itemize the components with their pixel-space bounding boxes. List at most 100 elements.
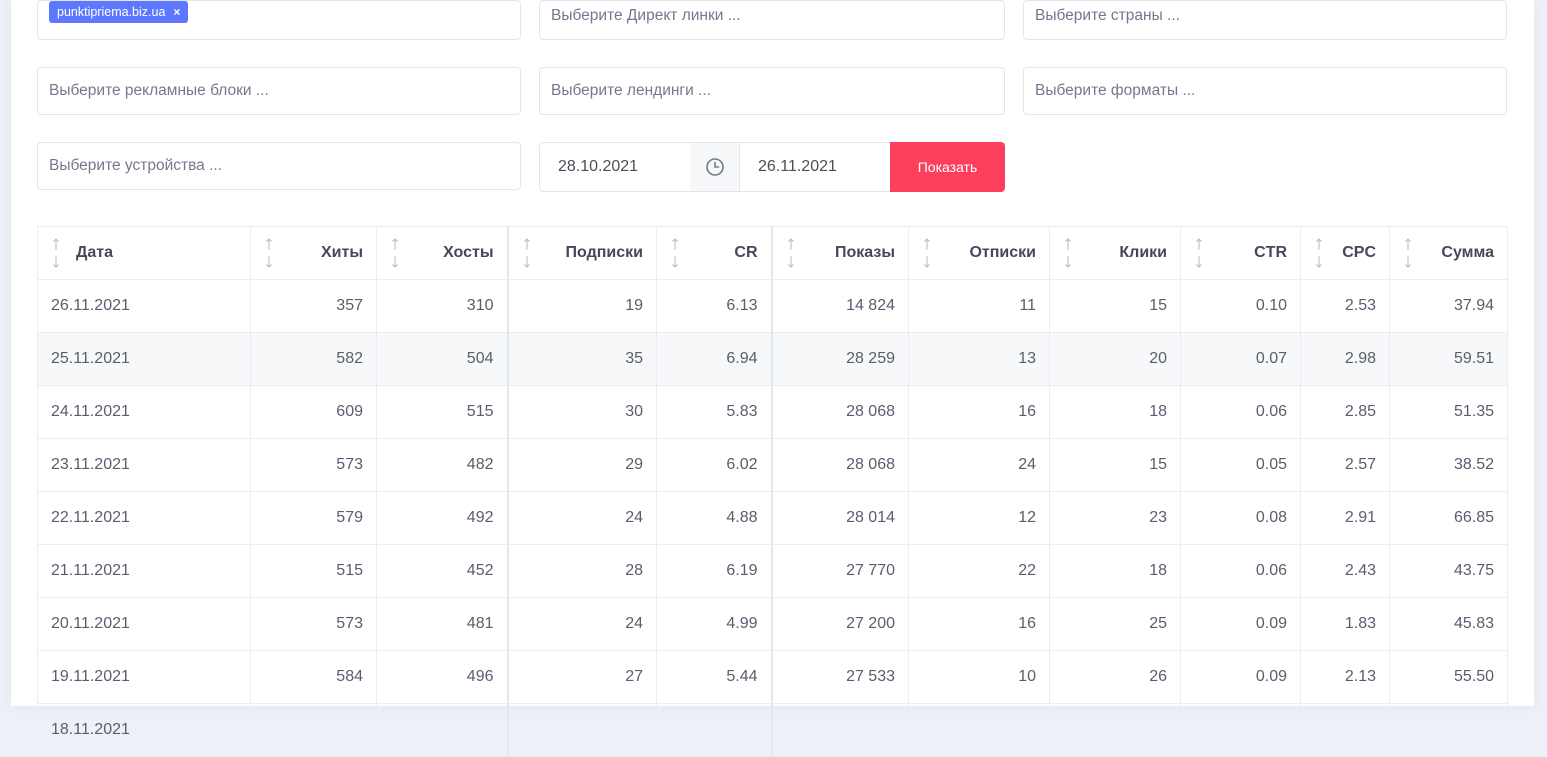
column-header-label: CTR bbox=[1254, 244, 1287, 261]
column-header[interactable]: Хосты bbox=[376, 226, 509, 280]
formats-placeholder: Выберите форматы ... bbox=[1035, 82, 1196, 99]
column-header-label: Отписки bbox=[969, 244, 1036, 261]
table-row: 18.11.2021 bbox=[37, 703, 1508, 757]
table-cell: 11 bbox=[908, 279, 1050, 333]
table-cell: 0.09 bbox=[1180, 650, 1301, 704]
table-cell: 5.44 bbox=[656, 650, 773, 704]
table-cell bbox=[771, 703, 909, 757]
table-cell: 452 bbox=[376, 544, 509, 598]
table-cell: 6.13 bbox=[656, 279, 773, 333]
table-cell: 573 bbox=[250, 597, 377, 651]
table-row: 25.11.2021 582 504 35 6.94 28 259 13 20 0.07 2.98… bbox=[37, 332, 1508, 386]
sort-arrows-icon[interactable] bbox=[922, 237, 932, 269]
table-cell: 2.91 bbox=[1300, 491, 1390, 545]
clock-icon bbox=[706, 158, 724, 176]
sort-arrows-icon[interactable] bbox=[51, 237, 61, 269]
ad-blocks-select[interactable]: Выберите рекламные блоки ... bbox=[37, 67, 521, 115]
column-header[interactable]: CR bbox=[656, 226, 773, 280]
table-cell: 55.50 bbox=[1389, 650, 1508, 704]
table-cell: 19.11.2021 bbox=[37, 650, 251, 704]
table-cell bbox=[908, 703, 1050, 757]
column-header[interactable]: Отписки bbox=[908, 226, 1050, 280]
sort-arrows-icon[interactable] bbox=[522, 237, 532, 269]
countries-placeholder: Выберите страны ... bbox=[1035, 7, 1180, 24]
column-header[interactable]: Дата bbox=[37, 226, 251, 280]
column-header-label: Показы bbox=[835, 244, 895, 261]
date-to-input[interactable]: 26.11.2021 bbox=[739, 142, 891, 192]
table-cell bbox=[250, 703, 377, 757]
table-cell: 481 bbox=[376, 597, 509, 651]
table-cell: 22.11.2021 bbox=[37, 491, 251, 545]
table-header-row: Дата Хиты Хосты Подписки CR Показы Отписки Клик… bbox=[37, 226, 1508, 280]
table-cell: 24.11.2021 bbox=[37, 385, 251, 439]
landing-domain-select[interactable]: punktipriema.biz.ua × bbox=[37, 0, 521, 40]
table-cell bbox=[656, 703, 773, 757]
table-cell: 492 bbox=[376, 491, 509, 545]
table-cell: 30 bbox=[507, 385, 657, 439]
sort-arrows-icon[interactable] bbox=[1194, 237, 1204, 269]
table-cell: 35 bbox=[507, 332, 657, 386]
table-cell: 28 bbox=[507, 544, 657, 598]
table-cell: 26.11.2021 bbox=[37, 279, 251, 333]
table-cell: 27 770 bbox=[771, 544, 909, 598]
show-button[interactable]: Показать bbox=[890, 142, 1005, 192]
sort-arrows-icon[interactable] bbox=[1314, 237, 1324, 269]
sort-arrows-icon[interactable] bbox=[670, 237, 680, 269]
column-header[interactable]: Клики bbox=[1049, 226, 1181, 280]
column-header[interactable]: CPC bbox=[1300, 226, 1390, 280]
table-cell: 10 bbox=[908, 650, 1050, 704]
selected-tag-label: punktipriema.biz.ua bbox=[57, 4, 166, 19]
formats-select[interactable]: Выберите форматы ... bbox=[1023, 67, 1507, 115]
table-body: 26.11.2021 357 310 19 6.13 14 824 11 15 0.10 2.53… bbox=[37, 279, 1508, 757]
column-header[interactable]: Показы bbox=[771, 226, 909, 280]
countries-select[interactable]: Выберите страны ... bbox=[1023, 0, 1507, 40]
table-cell: 37.94 bbox=[1389, 279, 1508, 333]
table-cell: 357 bbox=[250, 279, 377, 333]
table-cell: 6.19 bbox=[656, 544, 773, 598]
date-from-input[interactable]: 28.10.2021 bbox=[539, 142, 691, 192]
column-header-label: CR bbox=[734, 244, 758, 261]
landings-select[interactable]: Выберите лендинги ... bbox=[539, 67, 1005, 115]
table-cell: 12 bbox=[908, 491, 1050, 545]
sort-arrows-icon[interactable] bbox=[390, 237, 400, 269]
table-cell: 4.88 bbox=[656, 491, 773, 545]
devices-select[interactable]: Выберите устройства ... bbox=[37, 142, 521, 190]
sort-arrows-icon[interactable] bbox=[264, 237, 274, 269]
table-cell: 27 bbox=[507, 650, 657, 704]
table-cell: 66.85 bbox=[1389, 491, 1508, 545]
date-range-separator bbox=[690, 142, 740, 192]
table-cell: 4.99 bbox=[656, 597, 773, 651]
table-cell: 515 bbox=[250, 544, 377, 598]
column-header[interactable]: Подписки bbox=[507, 226, 657, 280]
table-cell: 2.57 bbox=[1300, 438, 1390, 492]
column-header-label: Клики bbox=[1119, 244, 1167, 261]
sort-arrows-icon[interactable] bbox=[786, 237, 796, 269]
table-cell: 496 bbox=[376, 650, 509, 704]
table-row: 24.11.2021 609 515 30 5.83 28 068 16 18 0.06 2.85… bbox=[37, 385, 1508, 439]
table-cell: 27 533 bbox=[771, 650, 909, 704]
stats-table: Дата Хиты Хосты Подписки CR Показы Отписки Клик… bbox=[37, 226, 1508, 757]
table-cell: 24 bbox=[507, 597, 657, 651]
column-header[interactable]: Сумма bbox=[1389, 226, 1508, 280]
table-cell: 2.13 bbox=[1300, 650, 1390, 704]
table-cell: 573 bbox=[250, 438, 377, 492]
table-cell: 25 bbox=[1049, 597, 1181, 651]
direct-links-select[interactable]: Выберите Директ линки ... bbox=[539, 0, 1005, 40]
remove-tag-icon[interactable]: × bbox=[173, 5, 180, 19]
date-to-value: 26.11.2021 bbox=[758, 158, 837, 175]
table-cell: 43.75 bbox=[1389, 544, 1508, 598]
table-cell: 0.08 bbox=[1180, 491, 1301, 545]
table-cell: 21.11.2021 bbox=[37, 544, 251, 598]
date-from-value: 28.10.2021 bbox=[558, 158, 639, 175]
table-cell: 2.85 bbox=[1300, 385, 1390, 439]
sort-arrows-icon[interactable] bbox=[1403, 237, 1413, 269]
column-header-label: Дата bbox=[76, 244, 114, 261]
table-row: 21.11.2021 515 452 28 6.19 27 770 22 18 0.06 2.43… bbox=[37, 544, 1508, 598]
table-cell: 25.11.2021 bbox=[37, 332, 251, 386]
table-cell: 23 bbox=[1049, 491, 1181, 545]
column-header-label: Сумма bbox=[1441, 244, 1494, 261]
sort-arrows-icon[interactable] bbox=[1063, 237, 1073, 269]
table-cell: 26 bbox=[1049, 650, 1181, 704]
column-header[interactable]: CTR bbox=[1180, 226, 1301, 280]
column-header[interactable]: Хиты bbox=[250, 226, 377, 280]
